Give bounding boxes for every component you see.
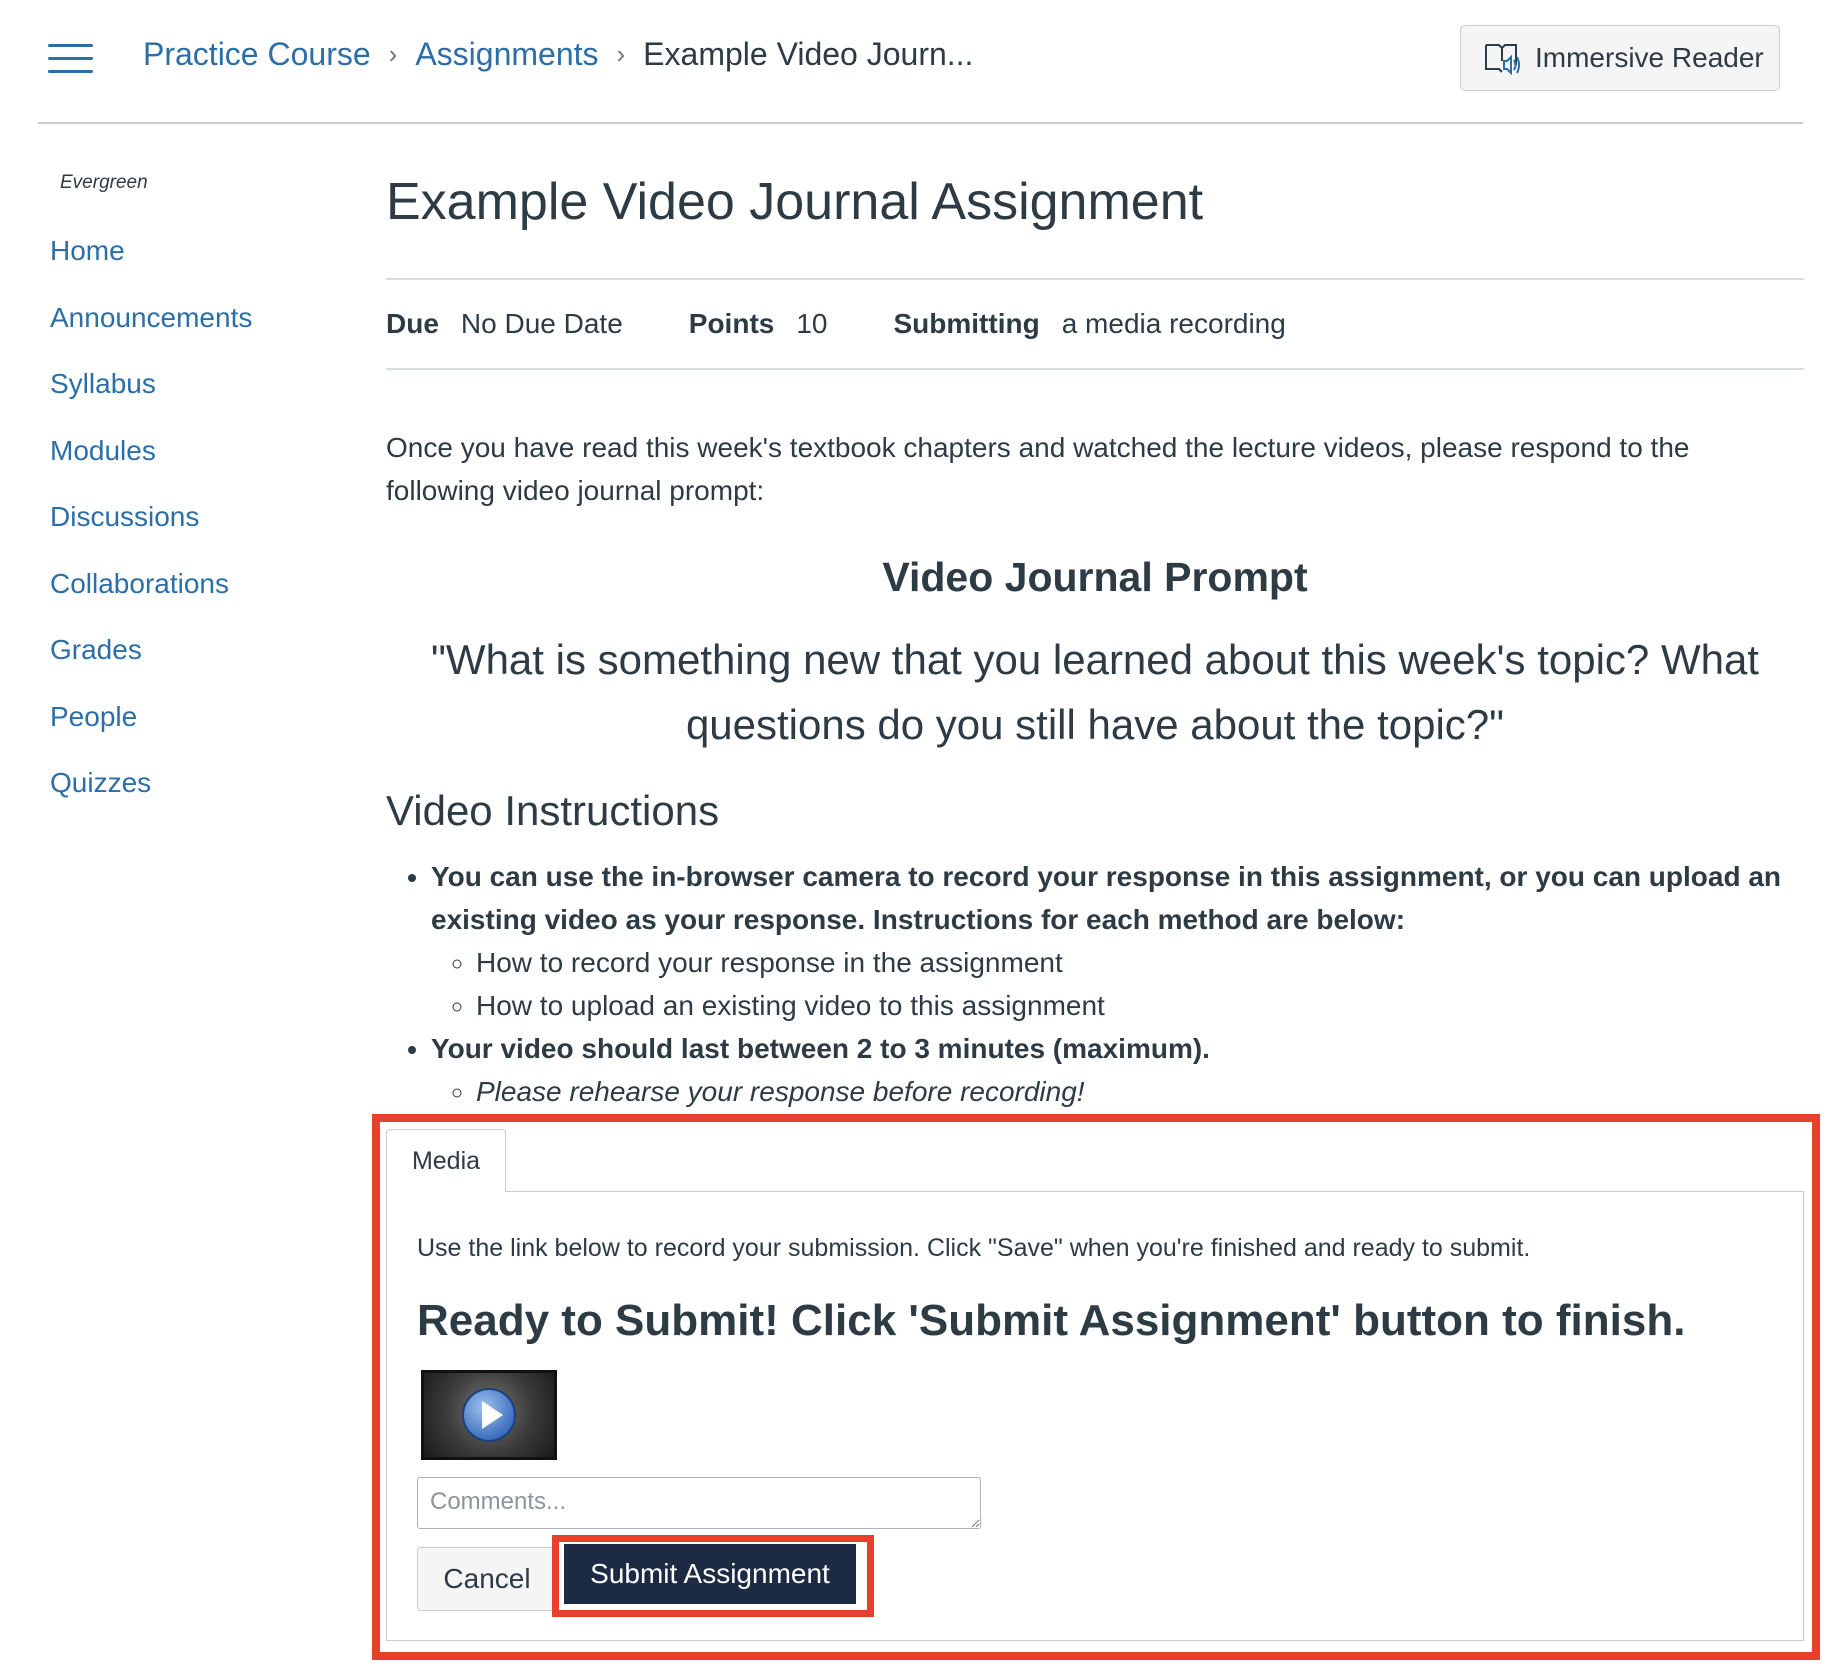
instruction-text: You can use the in-browser camera to rec… [431,861,1782,935]
submission-highlight [372,1114,1820,1660]
immersive-reader-button[interactable]: Immersive Reader [1460,25,1780,91]
sub-list: How to record your response in the assig… [431,941,1804,1027]
assignment-details: Due No Due Date Points 10 Submitting a m… [386,280,1804,368]
sidebar-item-home[interactable]: Home [50,230,252,297]
assignment-intro: Once you have read this week's textbook … [386,432,1690,506]
prompt-heading: Video Journal Prompt [882,554,1308,600]
instruction-rehearse: Please rehearse your response before rec… [476,1076,1085,1107]
instruction-text: Your video should last between 2 to 3 mi… [431,1033,1210,1064]
sidebar-item-discussions[interactable]: Discussions [50,496,252,563]
due-label: Due [386,308,439,339]
points-value: 10 [796,308,828,339]
instructions-heading: Video Instructions [386,787,720,834]
breadcrumb: Practice Course › Assignments › Example … [143,36,973,73]
list-item: How to upload an existing video to this … [476,984,1804,1027]
sidebar-item-announcements[interactable]: Announcements [50,297,252,364]
instruction-record: How to record your response in the assig… [476,947,1063,978]
immersive-reader-label: Immersive Reader [1535,42,1764,73]
immersive-reader-icon [1485,44,1520,75]
course-nav: Home Announcements Syllabus Modules Disc… [50,230,252,829]
org-name: Evergreen [60,172,148,193]
due-value: No Due Date [460,308,623,339]
top-bar: Practice Course › Assignments › Example … [0,0,1829,122]
page-title: Example Video Journal Assignment [386,173,1204,231]
list-item: Your video should last between 2 to 3 mi… [431,1027,1804,1113]
header-divider [38,122,1803,124]
breadcrumb-assignments[interactable]: Assignments [415,36,598,73]
sidebar-item-modules[interactable]: Modules [50,430,252,497]
sidebar-item-grades[interactable]: Grades [50,629,252,696]
sidebar-item-quizzes[interactable]: Quizzes [50,762,252,829]
tab-media[interactable]: Media [386,1129,506,1192]
breadcrumb-separator: › [616,39,626,69]
breadcrumb-course[interactable]: Practice Course [143,36,371,73]
hamburger-menu-icon[interactable] [48,44,93,74]
instructions-list: You can use the in-browser camera to rec… [386,855,1804,1113]
breadcrumb-separator: › [388,39,398,69]
list-item: You can use the in-browser camera to rec… [431,855,1804,1027]
divider [386,368,1804,370]
list-item: How to record your response in the assig… [476,941,1804,984]
points-label: Points [688,308,775,339]
sidebar-item-syllabus[interactable]: Syllabus [50,363,252,430]
instruction-upload: How to upload an existing video to this … [476,990,1105,1021]
sub-list: Please rehearse your response before rec… [431,1070,1804,1113]
list-item: Please rehearse your response before rec… [476,1070,1804,1113]
breadcrumb-current: Example Video Journ... [643,36,974,72]
sidebar-item-people[interactable]: People [50,696,252,763]
prompt-quote: "What is something new that you learned … [431,636,1759,748]
submitting-value: a media recording [1061,308,1286,339]
sidebar-item-collaborations[interactable]: Collaborations [50,563,252,630]
assignment-content: Example Video Journal Assignment Due No … [386,160,1804,1113]
submitting-label: Submitting [893,308,1040,339]
